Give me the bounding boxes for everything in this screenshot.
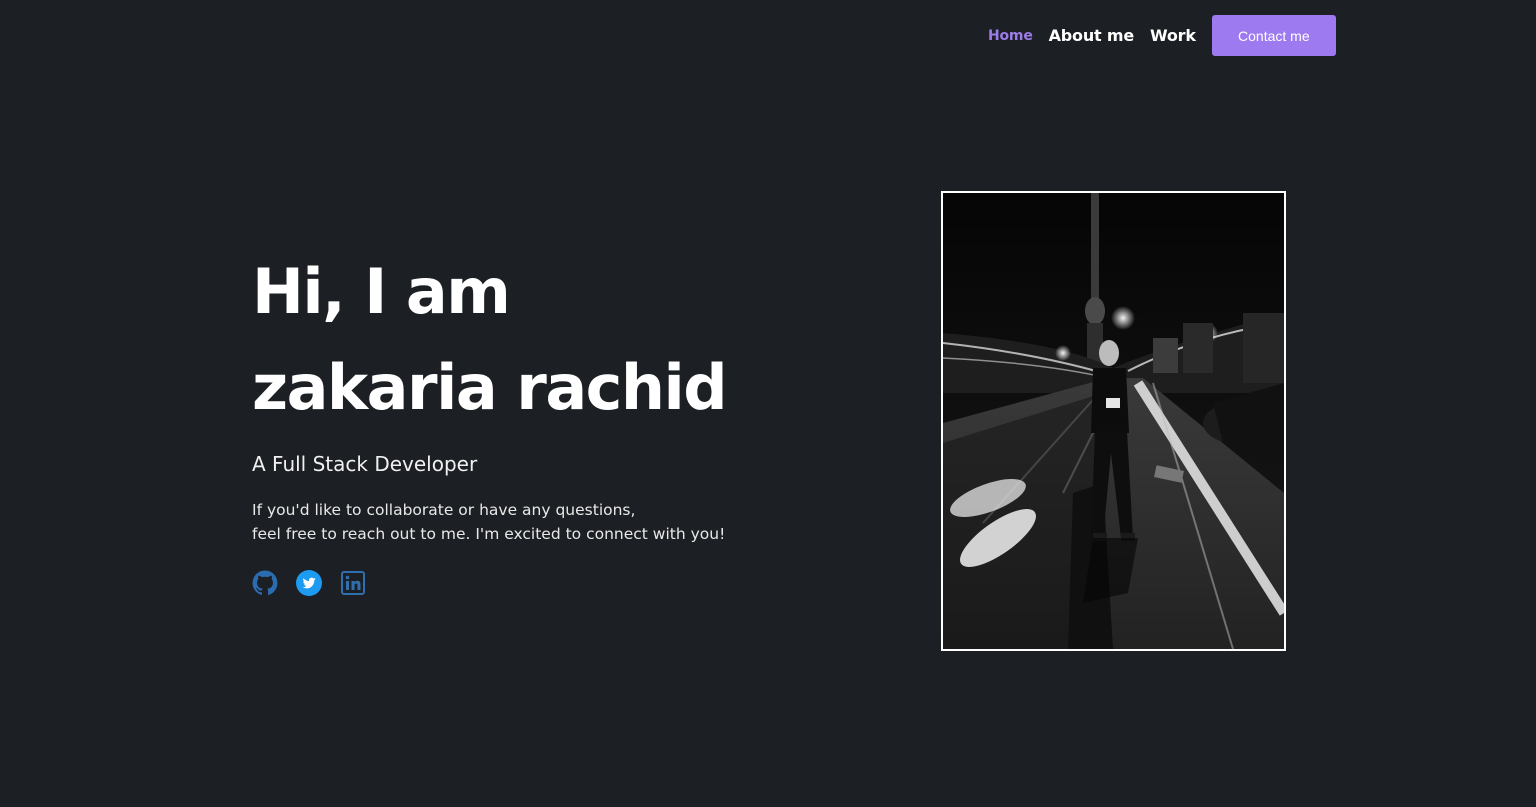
linkedin-link[interactable] [340,571,366,599]
twitter-link[interactable] [296,570,322,600]
github-link[interactable] [252,570,278,600]
hero-description: If you'd like to collaborate or have any… [252,498,812,546]
hero-title-line-2: zakaria rachid [252,351,728,424]
page: Home About me Work Contact me Hi, I am z… [0,0,1536,807]
profile-photo [941,191,1286,651]
hero-title: Hi, I am zakaria rachid [252,244,812,436]
top-nav: Home About me Work Contact me [988,15,1336,56]
nav-work-link[interactable]: Work [1150,26,1196,45]
contact-me-button[interactable]: Contact me [1211,15,1336,56]
github-icon [252,570,278,600]
twitter-icon [296,570,322,600]
hero-subtitle: A Full Stack Developer [252,452,478,476]
nav-about-link[interactable]: About me [1049,26,1135,45]
nav-home-link[interactable]: Home [988,28,1033,44]
social-links [252,570,812,600]
hero-description-line-2: feel free to reach out to me. I'm excite… [252,525,726,543]
linkedin-icon [341,571,365,599]
hero-section: Hi, I am zakaria rachid A Full Stack Dev… [252,244,812,598]
hero-title-line-1: Hi, I am [252,255,511,328]
hero-description-line-1: If you'd like to collaborate or have any… [252,501,636,519]
